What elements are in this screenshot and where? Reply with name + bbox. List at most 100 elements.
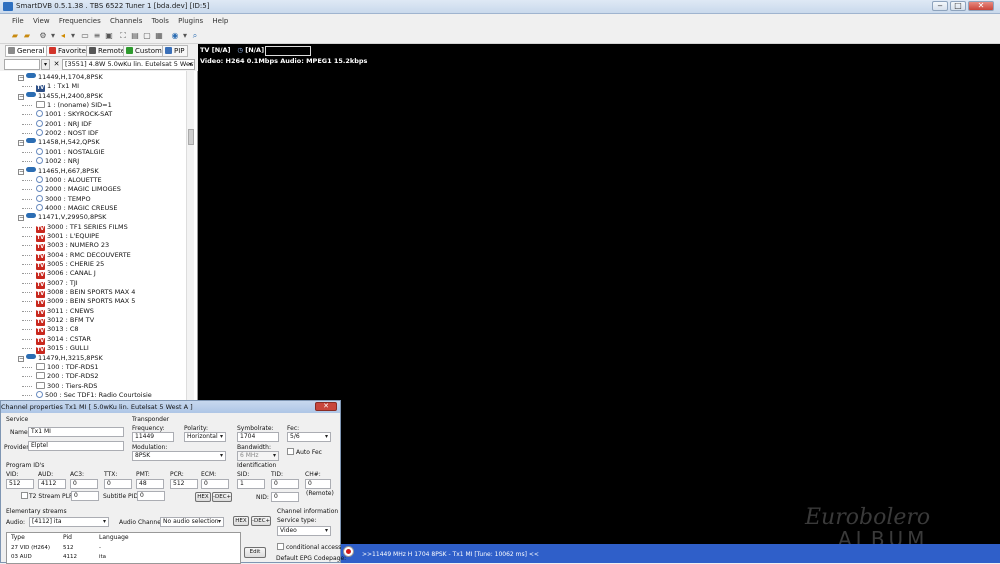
t2-checkbox[interactable] <box>21 492 28 499</box>
channel-item[interactable]: TV 3006 : CANAL J <box>22 269 96 280</box>
frequency-field[interactable]: 11449 <box>132 432 174 442</box>
channel-item[interactable]: TV 3007 : TJI <box>22 279 78 289</box>
channel-item[interactable]: TV 3005 : CHERIE 25 <box>22 260 104 270</box>
channel-item[interactable]: 300 : Tiers-RDS <box>22 381 97 391</box>
channel-item[interactable]: 100 : TDF-RDS1 <box>22 362 99 372</box>
menu-file[interactable]: File <box>12 17 24 25</box>
minimize-button[interactable]: ‒ <box>932 1 948 11</box>
fullscreen-icon[interactable]: ⛶ <box>118 31 128 40</box>
audio-channel-select[interactable]: No audio selection <box>160 517 224 527</box>
es-dec-button[interactable]: -DEC+ <box>251 516 271 526</box>
stream-type-2[interactable]: 03 AUD <box>11 554 32 560</box>
transponder-node[interactable]: − 11458,H,542,QPSK <box>18 138 100 147</box>
tab-pip[interactable]: PIP <box>162 45 188 57</box>
open-icon[interactable]: ▰ <box>22 31 32 40</box>
tid-field[interactable]: 0 <box>271 479 299 489</box>
collapse-icon[interactable]: − <box>18 140 24 147</box>
es-hex-button[interactable]: HEX <box>233 516 249 526</box>
transponder-node[interactable]: − 11479,H,3215,8PSK <box>18 353 103 363</box>
subtitle-field[interactable]: 0 <box>137 491 165 501</box>
collapse-icon[interactable]: − <box>18 75 24 81</box>
channel-item[interactable]: TV 3014 : CSTAR <box>22 335 91 345</box>
dialog-close-button[interactable]: ✕ <box>315 402 337 411</box>
t2-field[interactable]: 0 <box>71 491 99 501</box>
pid-field-0[interactable]: 512 <box>6 479 34 489</box>
menu-plugins[interactable]: Plugins <box>178 17 203 25</box>
copy-icon[interactable]: ▭ <box>80 31 90 40</box>
pid-field-6[interactable]: 0 <box>201 479 229 489</box>
conditional-checkbox[interactable] <box>277 543 284 550</box>
audio-select[interactable]: [4112] ita <box>29 517 109 527</box>
pid-hex-button[interactable]: HEX <box>195 492 211 502</box>
back-icon[interactable]: ◂ <box>58 31 68 40</box>
pid-field-5[interactable]: 512 <box>170 479 198 489</box>
filter-input[interactable] <box>4 59 40 70</box>
channel-item[interactable]: 1000 : ALOUETTE <box>22 175 102 185</box>
transponder-node[interactable]: − 11465,H,667,8PSK <box>18 166 99 176</box>
collapse-icon[interactable]: − <box>18 168 24 175</box>
service-type-select[interactable]: Video <box>277 526 331 536</box>
menu-frequencies[interactable]: Frequencies <box>59 17 101 25</box>
channel-item[interactable]: 4000 : MAGIC CREUSE <box>22 203 118 213</box>
search-icon[interactable]: ⌕ <box>190 31 200 40</box>
edit-button[interactable]: Edit <box>244 547 266 558</box>
channel-item[interactable]: 2000 : MAGIC LIMOGES <box>22 185 121 194</box>
stream-pid-1[interactable]: 512 <box>63 545 74 551</box>
menu-view[interactable]: View <box>33 17 50 25</box>
pid-field-2[interactable]: 0 <box>70 479 98 489</box>
pid-dec-button[interactable]: -DEC+ <box>212 492 232 502</box>
menu-channels[interactable]: Channels <box>110 17 142 25</box>
transponder-node[interactable]: − 11449,H,1704,8PSK <box>18 73 103 82</box>
symbolrate-field[interactable]: 1704 <box>237 432 279 442</box>
channel-item[interactable]: TV 3004 : RMC DECOUVERTE <box>22 251 131 261</box>
channel-item[interactable]: TV 3000 : TF1 SERIES FILMS <box>22 223 128 233</box>
channel-item[interactable]: 2001 : NRJ IDF <box>22 119 92 129</box>
dropdown3-icon[interactable]: ▾ <box>180 31 190 40</box>
pip-icon[interactable]: ▤ <box>130 31 140 40</box>
polarity-select[interactable]: Horizontal <box>184 432 226 442</box>
channel-item[interactable]: 200 : TDF-RDS2 <box>22 372 99 381</box>
menu-help[interactable]: Help <box>212 17 228 25</box>
pid-field-4[interactable]: 48 <box>136 479 164 489</box>
close-button[interactable]: ✕ <box>968 1 994 11</box>
stream-pid-2[interactable]: 4112 <box>63 554 77 560</box>
record-icon[interactable]: ▣ <box>104 31 114 40</box>
collapse-icon[interactable]: − <box>18 93 24 100</box>
tab-remote[interactable]: Remote <box>86 45 129 57</box>
transponder-node[interactable]: − 11471,V,29950,8PSK <box>18 213 106 222</box>
tab-custom[interactable]: Custom <box>123 45 165 57</box>
channel-item[interactable]: TV 3012 : BFM TV <box>22 316 94 327</box>
transponder-node[interactable]: − 11455,H,2400,8PSK <box>18 91 103 101</box>
channel-item[interactable]: 3000 : TEMPO <box>22 194 91 204</box>
tree-scrollbar[interactable] <box>186 71 194 400</box>
scrollbar-thumb[interactable] <box>188 129 194 145</box>
collapse-icon[interactable]: − <box>18 355 24 362</box>
channel-item[interactable]: TV 3003 : NUMERO 23 <box>22 241 109 252</box>
modulation-select[interactable]: 8PSK <box>132 451 226 461</box>
stream-type-1[interactable]: 27 VID (H264) <box>11 545 50 551</box>
stream-lang-2[interactable]: ita <box>99 554 106 560</box>
epg-icon[interactable]: ▦ <box>154 31 164 40</box>
channel-item[interactable]: TV 3008 : BEIN SPORTS MAX 4 <box>22 288 135 299</box>
menu-tools[interactable]: Tools <box>152 17 169 25</box>
collapse-icon[interactable]: − <box>18 215 24 222</box>
satellite-select[interactable]: [3551] 4.8W 5.0wKu lin. Eutelsat 5 West <box>62 59 195 70</box>
channel-item[interactable]: 1002 : NRJ <box>22 157 79 166</box>
channel-item[interactable]: 1001 : NOSTALGIE <box>22 147 105 157</box>
ch-field[interactable]: 0 <box>305 479 331 489</box>
channel-item[interactable]: TV 3011 : CNEWS <box>22 307 94 317</box>
filter-dropdown-icon[interactable]: ▾ <box>41 59 50 70</box>
maximize-button[interactable]: □ <box>950 1 966 11</box>
folder-icon[interactable]: ▰ <box>10 31 20 40</box>
autofec-checkbox[interactable] <box>287 448 294 455</box>
provider-field[interactable]: Elptel <box>28 441 124 451</box>
channel-item[interactable]: 2002 : NOST IDF <box>22 129 99 138</box>
pid-field-1[interactable]: 4112 <box>38 479 66 489</box>
dropdown2-icon[interactable]: ▾ <box>68 31 78 40</box>
channel-item[interactable]: 500 : Sec TDF1: Radio Courtoisie <box>22 390 152 400</box>
settings-icon[interactable]: ⚙ <box>38 31 48 40</box>
clear-filter-icon[interactable]: ✕ <box>52 59 61 70</box>
dropdown-icon[interactable]: ▾ <box>48 31 58 40</box>
channel-item[interactable]: 1001 : SKYROCK-SAT <box>22 110 112 119</box>
channel-item[interactable]: 1 : (noname) SID=1 <box>22 101 112 110</box>
